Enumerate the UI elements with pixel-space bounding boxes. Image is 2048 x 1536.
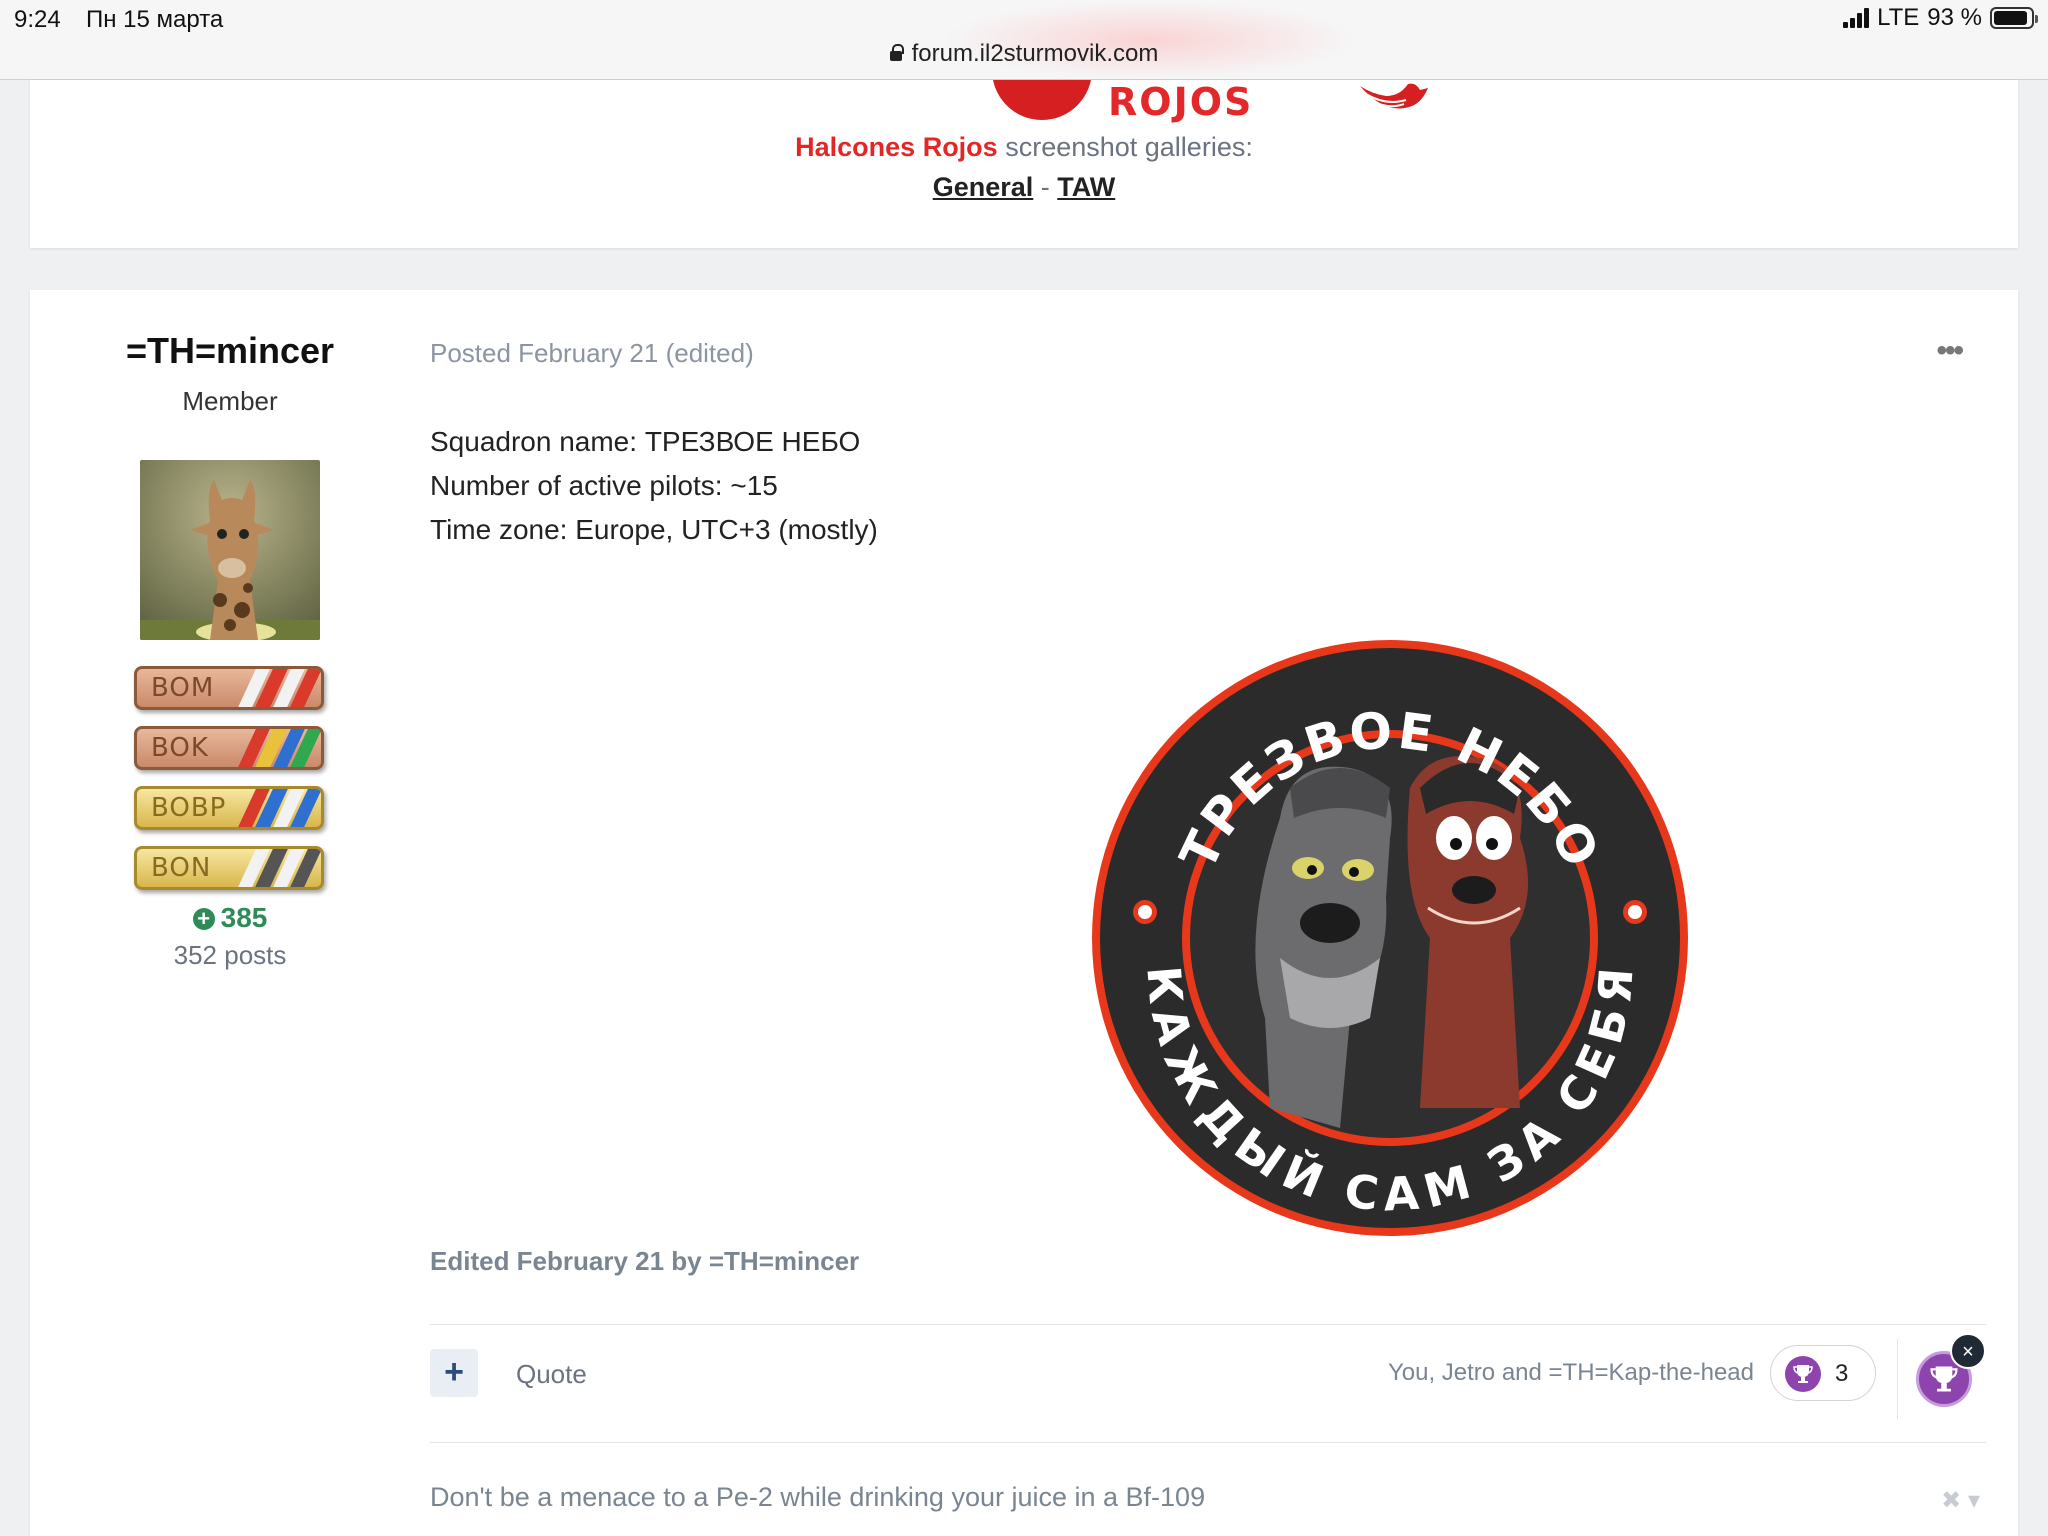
post-body: Squadron name: ТРЕЗВОЕ НЕБО Number of ac… bbox=[430, 420, 878, 552]
post-signature: Don't be a menace to a Pe-2 while drinki… bbox=[430, 1482, 1206, 1512]
reputation-plus-icon: + bbox=[192, 908, 215, 930]
reaction-count-pill[interactable]: 3 bbox=[1770, 1345, 1876, 1401]
trophy-icon bbox=[1785, 1356, 1821, 1392]
reputation-count: 385 bbox=[220, 902, 268, 933]
lock-icon bbox=[889, 44, 904, 61]
gallery-label: screenshot galleries: bbox=[997, 132, 1253, 162]
status-date: Пн 15 марта bbox=[86, 6, 224, 33]
reaction-count: 3 bbox=[1835, 1360, 1849, 1387]
post-body-line: Time zone: Europe, UTC+3 (mostly) bbox=[430, 514, 878, 545]
award-ribbon-label: BOM bbox=[151, 673, 215, 703]
gallery-link-separator: - bbox=[1033, 172, 1058, 202]
status-bar: 9:24 Пн 15 марта LTE 93 % forum.il2sturm… bbox=[0, 0, 2048, 80]
ribbon-stripes bbox=[238, 669, 321, 707]
post-count: 352 posts bbox=[173, 940, 287, 970]
squadron-name-link[interactable]: Halcones Rojos bbox=[795, 132, 998, 162]
award-ribbon[interactable]: BOK bbox=[134, 726, 324, 770]
edited-note: Edited February 21 by =TH=mincer bbox=[430, 1246, 860, 1276]
network-type: LTE bbox=[1877, 4, 1920, 31]
gallery-general-link[interactable]: General bbox=[933, 172, 1034, 202]
author-name[interactable]: =TH=mincer bbox=[30, 330, 430, 372]
url-text: forum.il2sturmovik.com bbox=[911, 40, 1159, 67]
author-panel: =TH=mincer Member bbox=[30, 330, 430, 417]
signal-icon bbox=[1843, 8, 1870, 28]
award-ribbon[interactable]: BOM bbox=[134, 666, 324, 710]
award-ribbon-label: BON bbox=[151, 853, 212, 883]
status-time: 9:24 bbox=[14, 6, 61, 33]
squadron-patch-image[interactable]: ТРЕЗВОЕ НЕБО КАЖДЫЙ САМ ЗА СЕБЯ bbox=[1090, 638, 1690, 1238]
award-ribbon[interactable]: BOBP bbox=[134, 786, 324, 830]
more-options-icon[interactable]: ••• bbox=[1936, 334, 1963, 368]
award-ribbon-label: BOBP bbox=[151, 793, 227, 823]
award-ribbon-label: BOK bbox=[151, 733, 209, 763]
reactions-summary[interactable]: You, Jetro and =TH=Kap-the-head bbox=[1388, 1359, 1754, 1387]
reputation[interactable]: +385 bbox=[30, 902, 430, 934]
divider bbox=[1897, 1339, 1898, 1419]
hide-signature-icon[interactable]: ✖ ▾ bbox=[1941, 1486, 1980, 1515]
falcon-icon bbox=[1360, 83, 1428, 109]
previous-post-signature: ROJOS Halcones Rojos screenshot gallerie… bbox=[30, 80, 2018, 248]
avatar[interactable] bbox=[140, 460, 320, 640]
close-icon[interactable]: × bbox=[1950, 1333, 1986, 1369]
post-body-line: Squadron name: ТРЕЗВОЕ НЕБО bbox=[430, 426, 861, 457]
quote-button[interactable]: Quote bbox=[516, 1359, 587, 1390]
status-indicators: LTE 93 % bbox=[1843, 4, 2038, 32]
forum-post: =TH=mincer Member BOM BOK BOBP BON +385 bbox=[30, 290, 2018, 1536]
award-ribbon[interactable]: BON bbox=[134, 846, 324, 890]
gallery-links: General - TAW bbox=[30, 172, 2018, 203]
ribbon-stripes bbox=[238, 729, 321, 767]
multiquote-button[interactable]: + bbox=[430, 1349, 478, 1397]
halcones-logo-emblem bbox=[992, 80, 1092, 120]
post-meta: Posted February 21 (edited) bbox=[430, 338, 754, 368]
divider bbox=[430, 1442, 1986, 1443]
battery-percent: 93 % bbox=[1927, 4, 1982, 31]
battery-icon bbox=[1990, 7, 2038, 29]
award-ribbons: BOM BOK BOBP BON bbox=[134, 666, 324, 906]
halcones-logo-text: ROJOS bbox=[1108, 80, 1254, 124]
post-actions: + Quote You, Jetro and =TH=Kap-the-head … bbox=[430, 1325, 1986, 1441]
address-bar[interactable]: forum.il2sturmovik.com bbox=[0, 40, 2048, 68]
post-body-line: Number of active pilots: ~15 bbox=[430, 470, 778, 501]
author-rank: Member bbox=[182, 386, 278, 416]
ribbon-stripes bbox=[238, 789, 321, 827]
gallery-taw-link[interactable]: TAW bbox=[1057, 172, 1115, 202]
gallery-line: Halcones Rojos screenshot galleries: bbox=[30, 132, 2018, 163]
ribbon-stripes bbox=[238, 849, 321, 887]
